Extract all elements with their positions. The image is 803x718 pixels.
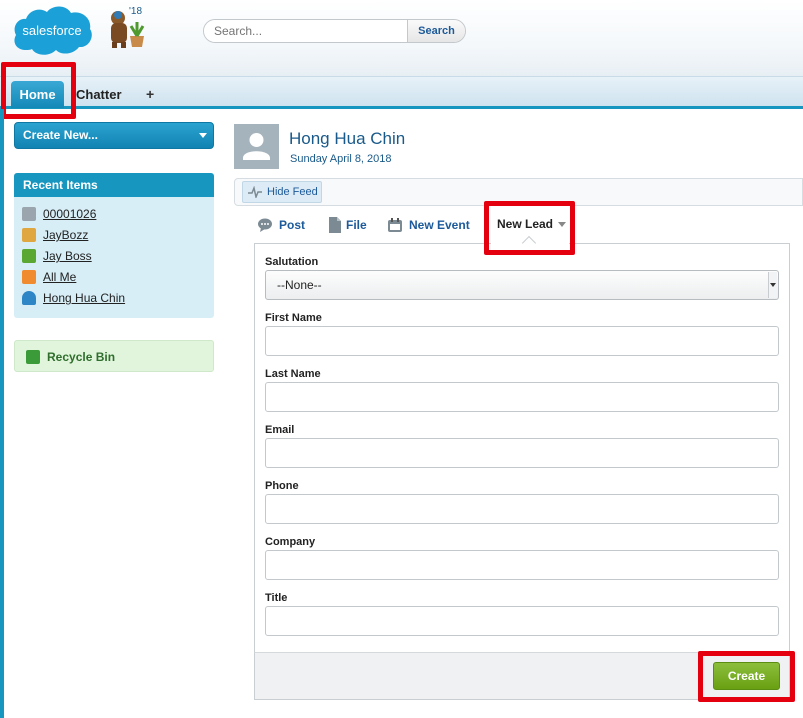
hide-feed-button[interactable]: Hide Feed [242, 181, 322, 203]
contact-icon [22, 228, 36, 242]
new-event-label: New Event [409, 218, 470, 232]
salutation-select[interactable]: --None-- [265, 270, 779, 300]
create-new-label: Create New... [23, 128, 98, 142]
recent-items-list: 00001026 JayBozz Jay Boss All Me Hong Hu… [14, 197, 214, 318]
new-lead-label[interactable]: New Lead [497, 217, 553, 231]
search-input[interactable] [204, 20, 407, 42]
activity-icon [248, 186, 262, 198]
logo-text: salesforce [22, 23, 81, 38]
feed-toolbar: Hide Feed [234, 178, 803, 206]
recycle-bin[interactable]: Recycle Bin [14, 340, 214, 372]
company-field[interactable] [265, 550, 779, 580]
post-action[interactable]: Post [257, 217, 307, 233]
profile-name[interactable]: Hong Hua Chin [289, 129, 405, 149]
salutation-value: --None-- [277, 278, 322, 292]
last-name-label: Last Name [265, 368, 321, 380]
case-icon [22, 207, 36, 221]
phone-field[interactable] [265, 494, 779, 524]
search-button[interactable]: Search [407, 20, 465, 42]
global-search: Search [203, 19, 466, 43]
email-field[interactable] [265, 438, 779, 468]
tab-chatter[interactable]: Chatter [68, 81, 130, 108]
file-label: File [346, 218, 367, 232]
title-label: Title [265, 592, 288, 604]
company-label: Company [265, 536, 316, 548]
recent-item-label[interactable]: 00001026 [43, 205, 96, 223]
post-icon [258, 218, 272, 232]
first-name-field[interactable] [265, 326, 779, 356]
tab-home[interactable]: Home [11, 81, 64, 108]
email-label: Email [265, 424, 295, 436]
salesforce-logo[interactable]: salesforce [12, 4, 94, 57]
account-icon [22, 270, 36, 284]
salutation-label: Salutation [265, 256, 319, 268]
recent-item-label[interactable]: JayBozz [43, 226, 88, 244]
select-arrow-icon [768, 272, 777, 298]
last-name-field[interactable] [265, 382, 779, 412]
recycle-bin-icon [26, 350, 40, 364]
mascot-year: '18 [129, 6, 143, 17]
recent-items-title: Recent Items [14, 173, 214, 197]
phone-label: Phone [265, 480, 299, 492]
recent-item-label[interactable]: All Me [43, 268, 76, 286]
file-action[interactable]: File [327, 217, 369, 233]
app-header: salesforce '18 Search [0, 0, 803, 76]
lead-icon [22, 249, 36, 263]
recycle-bin-label: Recycle Bin [47, 350, 116, 364]
form-footer [254, 652, 790, 700]
recent-item-label[interactable]: Jay Boss [43, 247, 92, 265]
create-button[interactable]: Create [713, 662, 780, 690]
plus-icon[interactable]: + [138, 81, 162, 108]
new-event-action[interactable]: New Event [387, 217, 473, 233]
caret-down-icon[interactable] [558, 222, 566, 227]
title-field[interactable] [265, 606, 779, 636]
left-accent-bar [0, 109, 4, 718]
tab-bar: Home Chatter + [0, 76, 803, 109]
file-icon [329, 217, 341, 233]
first-name-label: First Name [265, 312, 322, 324]
calendar-icon [388, 218, 402, 232]
avatar[interactable] [234, 124, 279, 169]
post-label: Post [279, 218, 306, 232]
hide-feed-label: Hide Feed [267, 186, 318, 198]
create-new-dropdown[interactable]: Create New... [14, 122, 214, 149]
recent-item-label[interactable]: Hong Hua Chin [43, 289, 125, 307]
profile-date: Sunday April 8, 2018 [290, 153, 392, 165]
user-icon [22, 291, 36, 305]
caret-down-icon [199, 133, 207, 138]
